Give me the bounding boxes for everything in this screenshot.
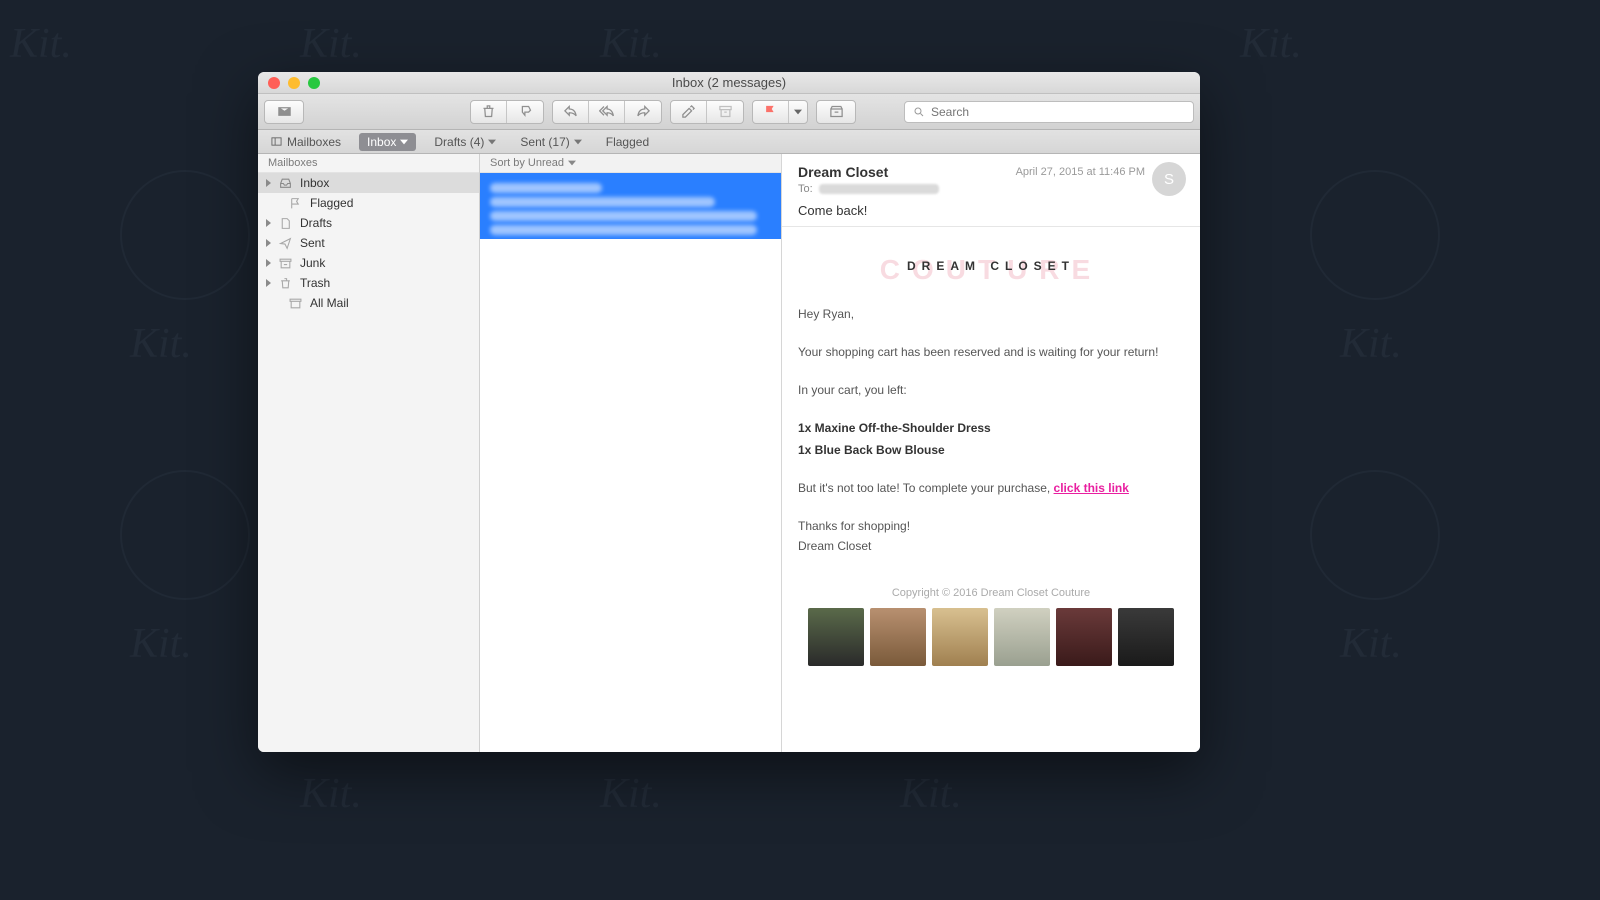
window-title: Inbox (2 messages) [258, 75, 1200, 90]
flag-icon [763, 104, 778, 119]
mailboxes-label: Mailboxes [287, 135, 341, 149]
thumbnail[interactable] [1056, 608, 1112, 666]
chevron-down-icon [488, 139, 496, 145]
avatar: S [1152, 162, 1186, 196]
reply-all-button[interactable] [589, 101, 625, 123]
mailboxes-toggle[interactable]: Mailboxes [264, 133, 347, 151]
body-line1: Your shopping cart has been reserved and… [798, 343, 1184, 361]
envelope-icon [277, 104, 292, 119]
thumbs-down-icon [518, 104, 533, 119]
compose-button[interactable] [671, 101, 707, 123]
document-icon [278, 217, 293, 230]
body-line2: In your cart, you left: [798, 381, 1184, 399]
copyright: Copyright © 2016 Dream Closet Couture [798, 585, 1184, 602]
to-row: To: [798, 183, 1184, 195]
message-list-item[interactable] [480, 173, 781, 239]
sidebar-icon [270, 136, 283, 147]
archive-button[interactable] [707, 101, 743, 123]
flag-group[interactable] [752, 100, 808, 124]
chevron-down-icon [400, 139, 408, 145]
cta-link[interactable]: click this link [1054, 481, 1129, 495]
move-button[interactable] [816, 100, 856, 124]
brand-logo: COUTURE DREAM CLOSET [798, 257, 1184, 275]
delete-button[interactable] [471, 101, 507, 123]
reply-icon [563, 104, 578, 119]
chevron-down-icon [794, 109, 802, 115]
cta-line: But it's not too late! To complete your … [798, 479, 1184, 497]
chevron-down-icon [568, 160, 576, 166]
message-reader: Dream Closet April 27, 2015 at 11:46 PM … [782, 154, 1200, 752]
reply-all-icon [599, 104, 614, 119]
compose-archive-group [670, 100, 744, 124]
greeting: Hey Ryan, [798, 305, 1184, 323]
sidebar-item-flagged[interactable]: Flagged [258, 193, 479, 213]
product-thumbnails [798, 608, 1184, 666]
cart-item: 1x Blue Back Bow Blouse [798, 441, 1184, 459]
sidebar: Mailboxes Inbox Flagged Drafts Sent Junk… [258, 154, 480, 752]
archive-icon [718, 104, 733, 119]
sidebar-item-junk[interactable]: Junk [258, 253, 479, 273]
inbox-icon [278, 177, 293, 190]
fav-sent[interactable]: Sent (17) [514, 133, 587, 151]
thumbnail[interactable] [932, 608, 988, 666]
titlebar: Inbox (2 messages) [258, 72, 1200, 94]
date-label: April 27, 2015 at 11:46 PM [1016, 166, 1145, 178]
trash-icon [481, 104, 496, 119]
message-list: Sort by Unread [480, 154, 782, 752]
paper-plane-icon [278, 237, 293, 250]
toolbar [258, 94, 1200, 130]
sidebar-item-allmail[interactable]: All Mail [258, 293, 479, 313]
search-icon [913, 106, 925, 118]
search-input[interactable] [904, 101, 1194, 123]
trash-icon [278, 277, 293, 290]
flag-outline-icon [288, 197, 303, 210]
thanks-line: Thanks for shopping! [798, 517, 1184, 535]
box-icon [829, 104, 844, 119]
thumbnail[interactable] [1118, 608, 1174, 666]
delete-junk-group [470, 100, 544, 124]
get-mail-button[interactable] [264, 100, 304, 124]
fav-drafts[interactable]: Drafts (4) [428, 133, 502, 151]
fav-inbox[interactable]: Inbox [359, 133, 416, 151]
cart-item: 1x Maxine Off-the-Shoulder Dress [798, 419, 1184, 437]
mail-window: Inbox (2 messages) [258, 72, 1200, 752]
thumbnail[interactable] [994, 608, 1050, 666]
reply-group [552, 100, 662, 124]
sidebar-item-drafts[interactable]: Drafts [258, 213, 479, 233]
sidebar-item-trash[interactable]: Trash [258, 273, 479, 293]
subject-label: Come back! [798, 203, 1184, 218]
compose-icon [681, 104, 696, 119]
sidebar-item-inbox[interactable]: Inbox [258, 173, 479, 193]
thumbnail[interactable] [870, 608, 926, 666]
junk-box-icon [278, 257, 293, 270]
reply-button[interactable] [553, 101, 589, 123]
chevron-down-icon [574, 139, 582, 145]
sort-button[interactable]: Sort by Unread [480, 154, 781, 173]
archive-box-icon [288, 297, 303, 310]
forward-icon [636, 104, 651, 119]
thumbnail[interactable] [808, 608, 864, 666]
fav-flagged[interactable]: Flagged [600, 133, 655, 151]
signature: Dream Closet [798, 537, 1184, 555]
sidebar-header: Mailboxes [258, 154, 479, 173]
favorites-bar: Mailboxes Inbox Drafts (4) Sent (17) Fla… [258, 130, 1200, 154]
forward-button[interactable] [625, 101, 661, 123]
sidebar-item-sent[interactable]: Sent [258, 233, 479, 253]
junk-button[interactable] [507, 101, 543, 123]
